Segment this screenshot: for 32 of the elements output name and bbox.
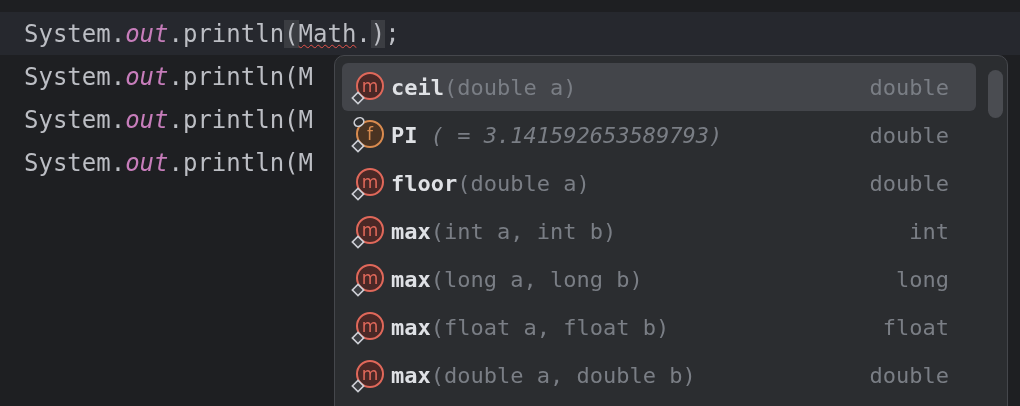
item-signature: (int a, int b): [430, 218, 618, 244]
return-type: long: [896, 266, 949, 292]
item-name: max: [391, 266, 431, 292]
return-type: float: [882, 314, 949, 340]
completion-item[interactable]: m max(int a, int b) int: [342, 207, 976, 255]
return-type: double: [869, 362, 949, 388]
item-signature: (double a): [457, 170, 591, 196]
completion-item[interactable]: m max(double a, double b) double: [342, 351, 976, 399]
completion-item[interactable]: m ceil(double a) double: [342, 63, 976, 111]
return-type: int: [909, 218, 949, 244]
return-type: double: [869, 74, 949, 100]
item-signature: (float a, float b): [430, 314, 671, 340]
item-name: floor: [391, 170, 458, 196]
code-line: System.out.println(M: [24, 147, 313, 179]
return-type: double: [869, 122, 949, 148]
item-name: max: [391, 218, 431, 244]
completion-item[interactable]: m max(float a, float b) float: [342, 303, 976, 351]
item-signature: (double a): [444, 74, 578, 100]
code-line: System.out.println(M: [24, 104, 313, 136]
completion-item[interactable]: f PI ( = 3.141592653589793) double: [342, 111, 976, 159]
item-name: max: [391, 362, 431, 388]
item-name: ceil: [391, 74, 444, 100]
item-signature: (double a, double b): [430, 362, 697, 388]
item-name: PI: [391, 122, 418, 148]
completion-item[interactable]: m floor(double a) double: [342, 159, 976, 207]
item-name: max: [391, 314, 431, 340]
code-line: System.out.println(M: [24, 61, 313, 93]
return-type: double: [869, 170, 949, 196]
item-signature: ( = 3.141592653589793): [429, 122, 724, 148]
completion-item[interactable]: m max(long a, long b) long: [342, 255, 976, 303]
scrollbar-thumb[interactable]: [988, 70, 1003, 118]
item-signature: (long a, long b): [430, 266, 644, 292]
